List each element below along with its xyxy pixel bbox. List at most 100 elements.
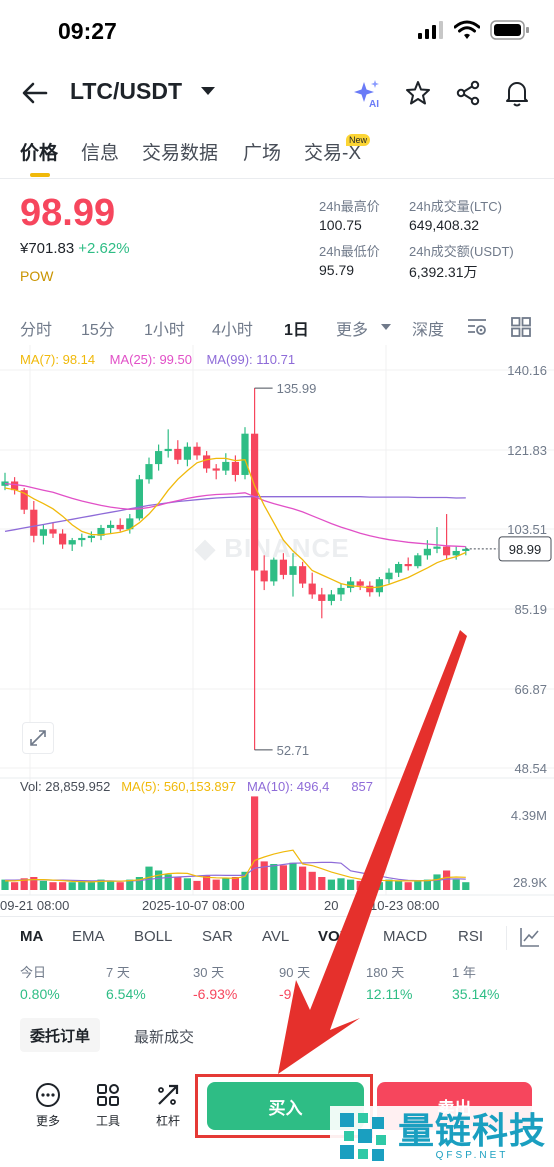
indicator-bar: MA EMA BOLL SAR AVL VOL MACD RSI <box>0 924 554 954</box>
high-label: 24h最高价 <box>319 199 380 214</box>
recent-trades-tab[interactable]: 最新成交 <box>134 1026 194 1047</box>
indicator-avl[interactable]: AVL <box>262 928 289 945</box>
ma-legend: MA(7): 98.14 MA(25): 99.50 MA(99): 110.7… <box>20 352 295 367</box>
volume-bar-up <box>337 878 345 890</box>
leverage-button[interactable]: 杠杆 <box>146 1082 190 1129</box>
indicator-config-button[interactable] <box>519 926 541 953</box>
candle-up <box>107 524 115 528</box>
battery-icon <box>490 20 529 40</box>
candle-down <box>443 546 451 556</box>
candle-up <box>135 479 143 519</box>
tab-price[interactable]: 价格 <box>20 138 58 165</box>
interval-1h[interactable]: 1小时 <box>144 316 185 340</box>
candle-down <box>193 446 201 456</box>
high-annotation: 135.99 <box>277 381 317 396</box>
candle-up <box>39 529 47 536</box>
perf-label-today: 今日 <box>20 965 47 980</box>
candle-up <box>385 572 393 580</box>
perf-value-1y: 35.14% <box>452 986 500 1002</box>
volume-bar-down <box>193 880 201 890</box>
candle-up <box>423 548 431 556</box>
y-tick-label: 121.83 <box>507 443 547 458</box>
back-arrow-icon <box>22 82 48 104</box>
candle-down <box>203 455 211 469</box>
indicator-macd[interactable]: MACD <box>383 928 427 945</box>
leverage-label: 杠杆 <box>155 1114 180 1128</box>
y-tick-label: 140.16 <box>507 363 547 378</box>
wifi-icon <box>454 20 480 39</box>
interval-15m[interactable]: 15分 <box>81 316 115 340</box>
high-value: 100.75 <box>319 217 362 233</box>
candle-down <box>308 583 316 595</box>
turnover-label: 24h成交额(USDT) <box>409 244 514 259</box>
indicator-boll[interactable]: BOLL <box>134 928 172 945</box>
volume-bar-down <box>404 882 412 890</box>
candle-up <box>433 546 441 549</box>
status-icons <box>418 20 530 40</box>
signal-icon <box>418 21 443 39</box>
candle-down <box>59 533 67 545</box>
svg-text:AI: AI <box>369 99 379 108</box>
fullscreen-button[interactable] <box>22 722 54 754</box>
volume-bar-up <box>241 871 249 890</box>
volume-bar-down <box>356 880 364 890</box>
indicator-rsi[interactable]: RSI <box>458 928 483 945</box>
volume-bar-up <box>155 870 163 890</box>
tab-info[interactable]: 信息 <box>81 138 119 165</box>
indicator-vol[interactable]: VOL <box>318 928 349 945</box>
candle-down <box>366 585 374 593</box>
volume-bar-down <box>212 879 220 890</box>
line-chart-icon <box>520 928 539 947</box>
depth-tab[interactable]: 深度 <box>412 316 444 340</box>
tools-label: 工具 <box>95 1114 120 1128</box>
indicator-sar[interactable]: SAR <box>202 928 233 945</box>
favorite-button[interactable] <box>403 78 433 108</box>
pair-title[interactable]: LTC/USDT <box>70 78 182 105</box>
interval-1d[interactable]: 1日 <box>284 316 309 340</box>
layout-button[interactable] <box>510 316 532 343</box>
indicator-separator <box>506 926 507 950</box>
binance-watermark: ◆ BINANCE <box>194 533 350 563</box>
indicator-ma[interactable]: MA <box>20 928 43 945</box>
volume-bar-up <box>270 864 278 890</box>
interval-4h[interactable]: 4小时 <box>212 316 253 340</box>
tools-button[interactable]: 工具 <box>86 1082 130 1129</box>
indicator-settings-button[interactable] <box>466 316 488 343</box>
tab-trading-data[interactable]: 交易数据 <box>142 138 218 165</box>
volume-bar-up <box>347 879 355 890</box>
consensus-tag[interactable]: POW <box>20 268 53 284</box>
share-button[interactable] <box>453 78 483 108</box>
interval-more[interactable]: 更多 <box>336 316 368 340</box>
volume-bar-down <box>59 882 67 890</box>
price-change: +2.62% <box>78 240 130 257</box>
interval-time-sharing[interactable]: 分时 <box>20 316 52 340</box>
more-label: 更多 <box>35 1114 60 1128</box>
ma99-value: MA(99): 110.71 <box>206 352 296 367</box>
indicator-ema[interactable]: EMA <box>72 928 105 945</box>
volume-bar-down <box>231 877 239 890</box>
volume-bar-up <box>39 880 47 890</box>
volume-value: 649,408.32 <box>409 217 480 233</box>
tab-square[interactable]: 广场 <box>243 138 281 165</box>
more-dots-icon <box>36 1083 60 1107</box>
candle-up <box>145 464 153 480</box>
kline-chart[interactable]: ◆ BINANCE 140.16 121.83 103.51 85.19 66.87 48.… <box>0 345 554 920</box>
pair-selector[interactable] <box>200 84 216 103</box>
volume-bar-up <box>107 880 115 890</box>
volume-bar-down <box>11 882 19 890</box>
more-button[interactable]: 更多 <box>26 1082 70 1129</box>
perf-label-180d: 180 天 <box>366 965 405 980</box>
candle-down <box>356 581 364 586</box>
candle-down <box>318 594 326 601</box>
open-orders-tab[interactable]: 委托订单 <box>20 1018 101 1052</box>
leverage-icon <box>158 1084 179 1105</box>
back-button[interactable] <box>18 76 52 110</box>
ai-button[interactable]: AI <box>352 78 382 108</box>
perf-label-90d: 90 天 <box>279 965 311 980</box>
watermark-text: 量链科技 QFSP.NET <box>398 1112 546 1162</box>
candle-up <box>164 448 172 452</box>
detail-tabs: 价格 信息 交易数据 广场 交易-X New <box>0 130 554 178</box>
candle-up <box>270 559 278 582</box>
candle-down <box>404 564 412 567</box>
alert-button[interactable] <box>502 78 532 108</box>
